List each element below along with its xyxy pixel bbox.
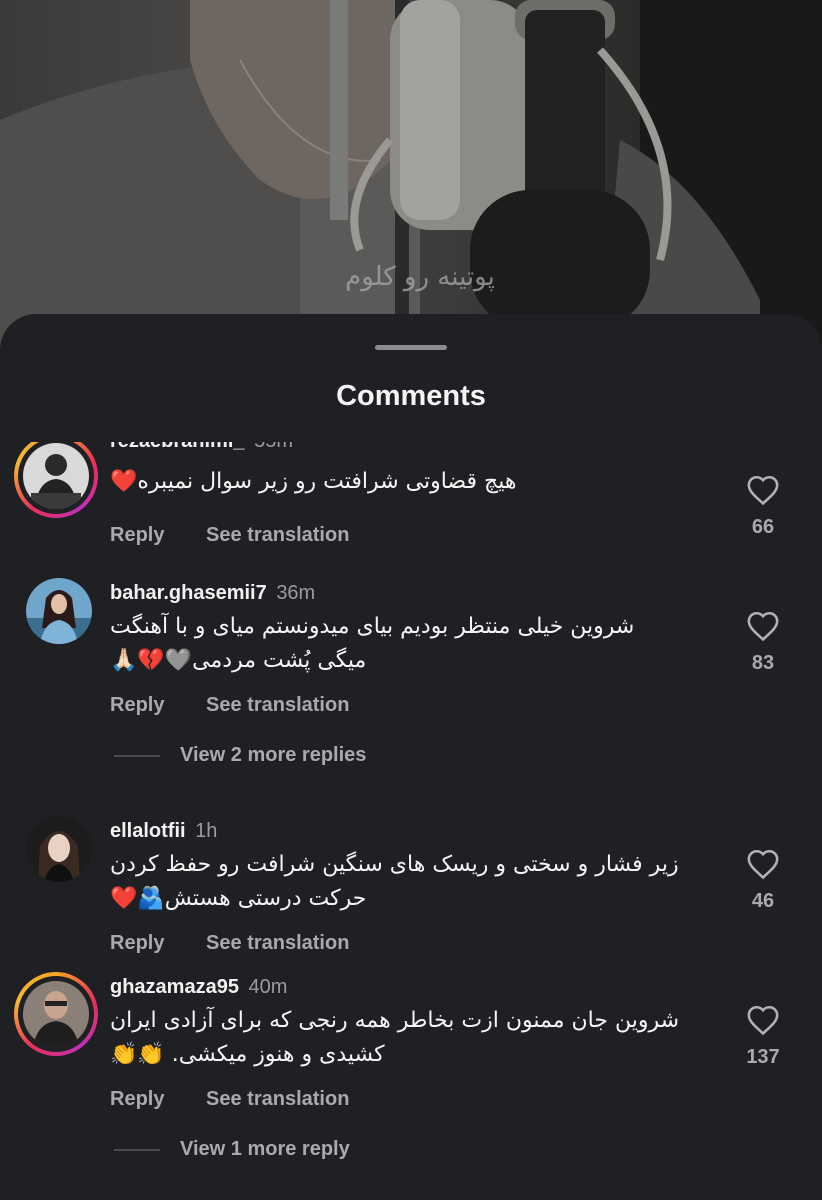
comment-actions: Reply See translation bbox=[110, 694, 385, 717]
see-translation-button[interactable]: See translation bbox=[206, 932, 349, 954]
comment-list[interactable]: rezaebrahimi_ 55m هیچ قضاوتی شرافتت رو ز… bbox=[0, 442, 822, 1200]
username[interactable]: ghazamaza95 bbox=[110, 976, 239, 998]
reply-thread-line bbox=[114, 754, 160, 757]
comment-header: rezaebrahimi_ 55m bbox=[110, 442, 293, 453]
see-translation-button[interactable]: See translation bbox=[206, 524, 349, 546]
reply-button[interactable]: Reply bbox=[110, 524, 164, 546]
comment-line: هیچ قضاوتی شرافتت رو زیر سوال نمیبره❤️ bbox=[110, 469, 517, 494]
timestamp: 55m bbox=[254, 442, 293, 452]
timestamp: 1h bbox=[195, 820, 218, 842]
comment-actions: Reply See translation bbox=[110, 932, 385, 955]
comment-actions: Reply See translation bbox=[110, 524, 385, 547]
avatar[interactable] bbox=[14, 972, 98, 1056]
comment-text: زیر فشار و سختی و ریسک های سنگین شرافت ر… bbox=[110, 848, 700, 916]
avatar-image bbox=[26, 578, 92, 644]
comment-text: شروین جان ممنون ازت بخاطر همه رنجی که بر… bbox=[110, 1004, 700, 1072]
like-count: 137 bbox=[746, 1046, 780, 1068]
heart-outline-icon[interactable] bbox=[746, 610, 780, 642]
video-frame-illustration bbox=[0, 0, 822, 360]
comment-text: هیچ قضاوتی شرافتت رو زیر سوال نمیبره❤️ bbox=[110, 465, 710, 499]
username[interactable]: rezaebrahimi_ bbox=[110, 442, 245, 452]
timestamp: 36m bbox=[276, 582, 316, 604]
reply-thread-line bbox=[114, 1148, 160, 1151]
like-control: 66 bbox=[740, 474, 786, 539]
username[interactable]: bahar.ghasemii7 bbox=[110, 582, 267, 604]
see-translation-button[interactable]: See translation bbox=[206, 1088, 349, 1110]
like-control: 137 bbox=[740, 1004, 786, 1069]
view-more-replies[interactable]: View 1 more reply bbox=[114, 1138, 350, 1161]
comment-line: حرکت درستی هستش🫂❤️ bbox=[110, 886, 367, 911]
comment-line: شروین جان ممنون ازت بخاطر همه رنجی که بر… bbox=[110, 1008, 680, 1033]
comment-line: کشیدی و هنوز میکشی. 👏👏 bbox=[110, 1042, 385, 1067]
comment-line: میگی پُشت مردمی🩶💔🙏🏻 bbox=[110, 648, 367, 673]
view-more-replies[interactable]: View 2 more replies bbox=[114, 744, 366, 767]
sheet-title: Comments bbox=[336, 380, 486, 412]
like-control: 46 bbox=[740, 848, 786, 913]
video-caption: پوتینه رو کلوم bbox=[345, 262, 495, 292]
heart-outline-icon[interactable] bbox=[746, 1004, 780, 1036]
avatar[interactable] bbox=[14, 442, 98, 518]
video-background[interactable]: پوتینه رو کلوم bbox=[0, 0, 822, 360]
heart-outline-icon[interactable] bbox=[746, 848, 780, 880]
like-control: 83 bbox=[740, 610, 786, 675]
reply-button[interactable]: Reply bbox=[110, 694, 164, 716]
drag-handle[interactable] bbox=[375, 345, 447, 350]
see-translation-button[interactable]: See translation bbox=[206, 694, 349, 716]
like-count: 83 bbox=[751, 652, 775, 674]
view-more-label: View 1 more reply bbox=[180, 1138, 350, 1160]
avatar[interactable] bbox=[14, 804, 98, 888]
comment-header: ghazamaza95 40m bbox=[110, 976, 287, 999]
like-count: 46 bbox=[751, 890, 775, 912]
reply-button[interactable]: Reply bbox=[110, 932, 164, 954]
comment-line: شروین خیلی منتظر بودیم بیای میدونستم میا… bbox=[110, 614, 635, 639]
timestamp: 40m bbox=[248, 976, 288, 998]
username[interactable]: ellalotfii bbox=[110, 820, 186, 842]
comment-header: bahar.ghasemii7 36m bbox=[110, 582, 315, 605]
comment-text: شروین خیلی منتظر بودیم بیای میدونستم میا… bbox=[110, 610, 680, 678]
view-more-label: View 2 more replies bbox=[180, 744, 367, 766]
avatar-image bbox=[23, 443, 89, 509]
reply-button[interactable]: Reply bbox=[110, 1088, 164, 1110]
avatar-image bbox=[23, 981, 89, 1047]
comments-sheet: Comments rezaebrahimi_ 55m bbox=[0, 314, 822, 1200]
comment-actions: Reply See translation bbox=[110, 1088, 385, 1111]
like-count: 66 bbox=[751, 516, 775, 538]
avatar-image bbox=[26, 816, 92, 882]
comment-line: زیر فشار و سختی و ریسک های سنگین شرافت ر… bbox=[110, 852, 679, 877]
avatar[interactable] bbox=[14, 566, 98, 650]
heart-outline-icon[interactable] bbox=[746, 474, 780, 506]
comment-header: ellalotfii 1h bbox=[110, 820, 217, 843]
